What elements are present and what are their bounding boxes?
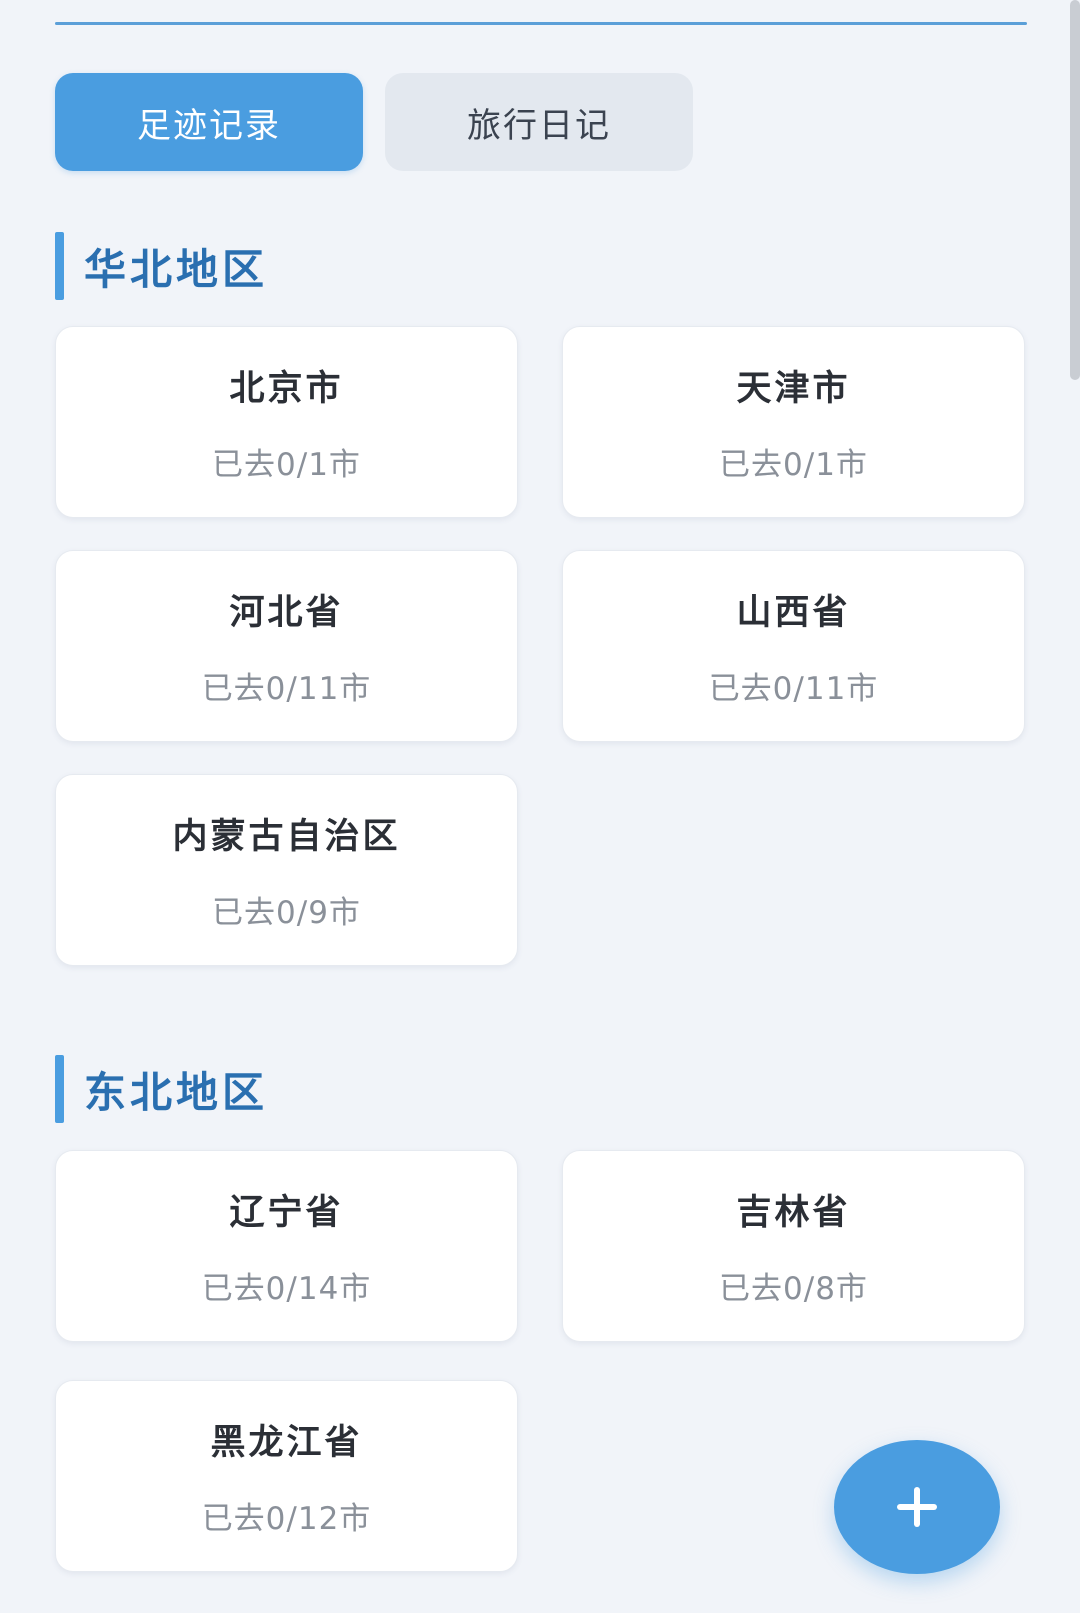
province-name: 黑龙江省	[210, 1423, 363, 1463]
province-card-shanxi[interactable]: 山西省 已去0/11市	[562, 550, 1025, 742]
visited-count: 已去0/11市	[708, 671, 879, 707]
province-card-heilongjiang[interactable]: 黑龙江省 已去0/12市	[55, 1380, 518, 1572]
tab-bar: 足迹记录 旅行日记	[55, 73, 693, 171]
visited-count: 已去0/8市	[719, 1271, 868, 1307]
visited-count: 已去0/9市	[212, 895, 361, 931]
plus-icon	[897, 1487, 937, 1527]
visited-count: 已去0/1市	[719, 447, 868, 483]
province-name: 辽宁省	[229, 1193, 344, 1233]
province-card-beijing[interactable]: 北京市 已去0/1市	[55, 326, 518, 518]
province-name: 河北省	[229, 593, 344, 633]
province-name: 天津市	[736, 369, 851, 409]
province-name: 吉林省	[736, 1193, 851, 1233]
province-card-liaoning[interactable]: 辽宁省 已去0/14市	[55, 1150, 518, 1342]
footprint-page: 足迹记录 旅行日记 华北地区 北京市 已去0/1市 天津市 已去0/1市 河北省…	[0, 0, 1080, 1613]
visited-count: 已去0/12市	[201, 1501, 372, 1537]
visited-count: 已去0/1市	[212, 447, 361, 483]
visited-count: 已去0/14市	[201, 1271, 372, 1307]
section-title-north-china: 华北地区	[55, 232, 268, 300]
scrollbar[interactable]	[1070, 0, 1080, 380]
tab-footprint-record[interactable]: 足迹记录	[55, 73, 363, 171]
section-accent-bar	[55, 1055, 64, 1123]
section-title-northeast: 东北地区	[55, 1055, 268, 1123]
province-name: 山西省	[736, 593, 851, 633]
add-button[interactable]	[834, 1440, 1000, 1574]
visited-count: 已去0/11市	[201, 671, 372, 707]
top-divider	[55, 22, 1027, 25]
section-accent-bar	[55, 232, 64, 300]
section-title-text: 华北地区	[84, 244, 269, 294]
province-name: 北京市	[229, 369, 344, 409]
province-card-inner-mongolia[interactable]: 内蒙古自治区 已去0/9市	[55, 774, 518, 966]
section-title-text: 东北地区	[84, 1067, 269, 1117]
province-name: 内蒙古自治区	[172, 817, 401, 857]
province-card-jilin[interactable]: 吉林省 已去0/8市	[562, 1150, 1025, 1342]
province-card-tianjin[interactable]: 天津市 已去0/1市	[562, 326, 1025, 518]
province-card-hebei[interactable]: 河北省 已去0/11市	[55, 550, 518, 742]
tab-travel-diary[interactable]: 旅行日记	[385, 73, 693, 171]
